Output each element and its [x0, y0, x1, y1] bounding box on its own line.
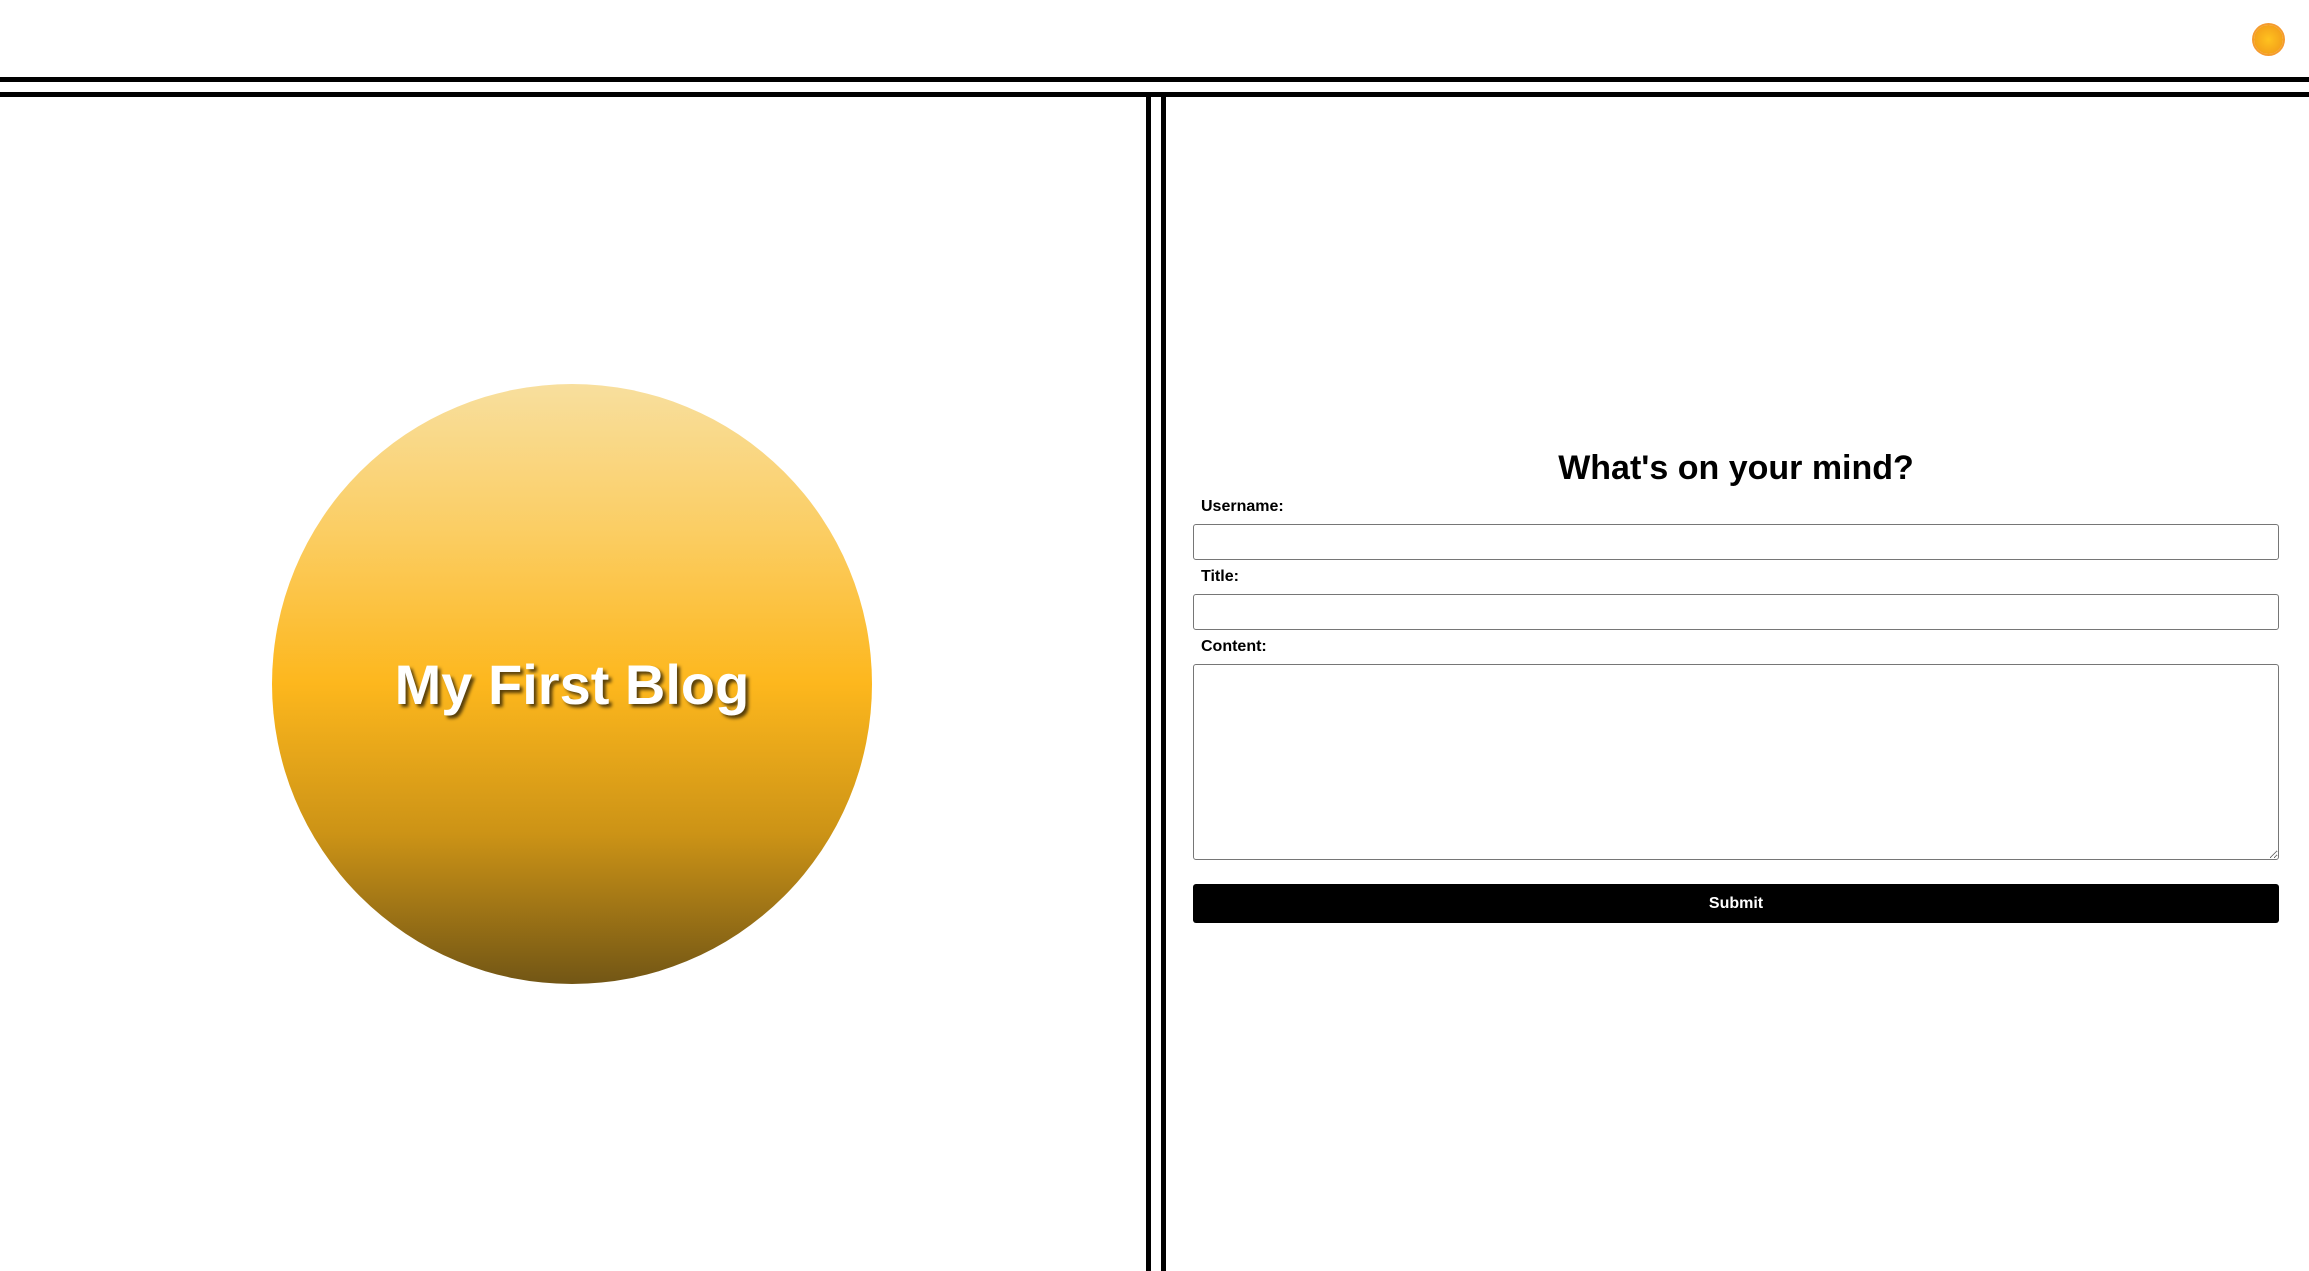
- username-input[interactable]: [1193, 524, 2279, 560]
- content-textarea[interactable]: [1193, 664, 2279, 860]
- header-divider-top: [0, 77, 2309, 82]
- form-heading: What's on your mind?: [1558, 449, 1914, 487]
- title-input[interactable]: [1193, 594, 2279, 630]
- content-label: Content:: [1201, 638, 1267, 655]
- username-label: Username:: [1201, 498, 1284, 515]
- header: [0, 0, 2309, 77]
- sun-icon[interactable]: [2254, 25, 2283, 54]
- hero-pane: My First Blog: [0, 97, 1146, 1271]
- submit-button[interactable]: Submit: [1193, 884, 2279, 923]
- hero-circle: My First Blog: [272, 384, 872, 984]
- post-form: What's on your mind? Username: Title: Co…: [1166, 97, 2309, 1271]
- column-divider-left: [1146, 97, 1151, 1271]
- blog-page: My First Blog What's on your mind? Usern…: [0, 0, 2309, 1271]
- blog-title: My First Blog: [394, 652, 750, 716]
- title-label: Title:: [1201, 568, 1239, 585]
